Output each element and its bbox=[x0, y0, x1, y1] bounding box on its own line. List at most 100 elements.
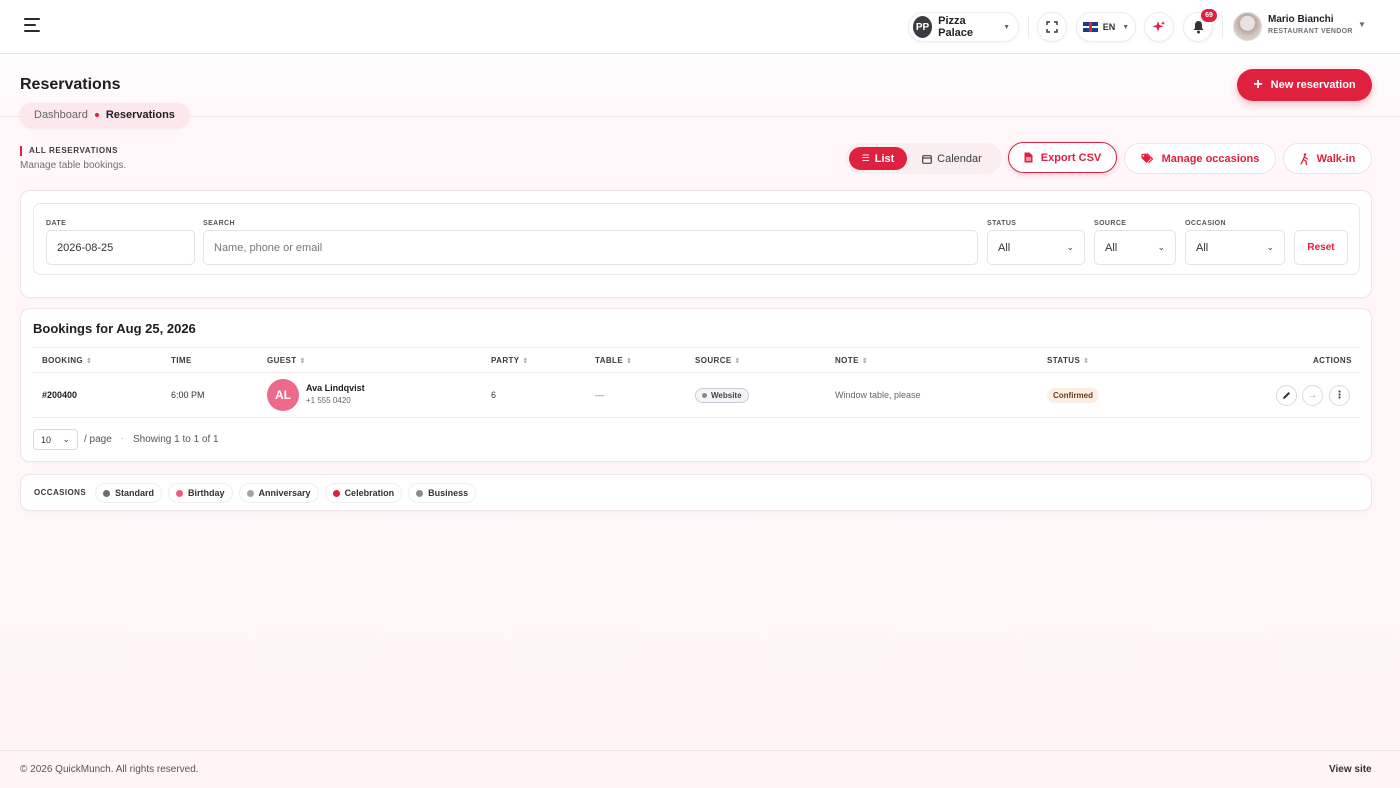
occasions-legend: OCCASIONS Standard Birthday Anniversary … bbox=[20, 474, 1372, 511]
column-header-note[interactable]: NOTE ⇕ bbox=[835, 356, 868, 365]
table-row[interactable]: #200400 6:00 PM AL Ava Lindqvist +1 555 … bbox=[33, 373, 1360, 418]
language-label: EN bbox=[1102, 22, 1116, 32]
breadcrumb-separator bbox=[94, 113, 99, 117]
view-calendar-label: Calendar bbox=[937, 152, 982, 165]
manage-occasions-label: Manage occasions bbox=[1161, 152, 1260, 165]
status-filter-label: STATUS bbox=[987, 220, 1017, 227]
source-filter-label: SOURCE bbox=[1094, 220, 1127, 227]
sort-icon: ⇕ bbox=[861, 358, 869, 365]
booking-id[interactable]: #200400 bbox=[42, 390, 77, 400]
column-header-actions: ACTIONS bbox=[1313, 356, 1352, 365]
check-in-button[interactable]: → bbox=[1302, 385, 1323, 406]
source-dot-icon bbox=[702, 393, 707, 398]
occasion-dot-icon bbox=[332, 489, 340, 497]
occasion-name: Standard bbox=[115, 488, 155, 498]
ai-assistant-button[interactable] bbox=[1144, 12, 1174, 42]
column-header-label: TIME bbox=[171, 356, 192, 365]
table-assignment: — bbox=[595, 390, 604, 400]
view-calendar-button[interactable]: Calendar bbox=[907, 147, 997, 170]
column-header-time[interactable]: TIME bbox=[171, 356, 192, 365]
column-header-label: STATUS bbox=[1047, 356, 1081, 365]
filter-panel: DATE 2026-08-25 SEARCH Name, phone or em… bbox=[33, 203, 1360, 275]
date-filter-label: DATE bbox=[46, 220, 67, 227]
column-header-source[interactable]: SOURCE ⇕ bbox=[695, 356, 741, 365]
occasions-label: OCCASIONS bbox=[34, 488, 87, 497]
date-filter-input[interactable]: 2026-08-25 bbox=[46, 230, 195, 265]
search-input[interactable]: Name, phone or email bbox=[203, 230, 978, 265]
party-size: 6 bbox=[491, 390, 497, 400]
footer-copyright: © 2026 QuickMunch. All rights reserved. bbox=[20, 764, 199, 775]
export-csv-button[interactable]: Export CSV bbox=[1008, 142, 1117, 173]
plus-icon: + bbox=[1253, 76, 1263, 93]
status-filter-select[interactable]: All ⌄ bbox=[987, 230, 1085, 265]
column-header-guest[interactable]: GUEST ⇕ bbox=[267, 356, 306, 365]
column-header-label: BOOKING bbox=[42, 356, 84, 365]
pencil-icon bbox=[1283, 392, 1290, 399]
occasion-filter-label: OCCASION bbox=[1185, 220, 1226, 227]
status-badge: Confirmed bbox=[1047, 388, 1099, 403]
reset-filters-button[interactable]: Reset bbox=[1294, 230, 1348, 265]
source-badge: Website bbox=[695, 388, 749, 403]
occasion-dot-icon bbox=[246, 489, 254, 497]
store-avatar: PP bbox=[913, 16, 933, 38]
guest-name: Ava Lindqvist bbox=[306, 383, 365, 393]
source-filter-value: All bbox=[1105, 241, 1118, 254]
column-header-status[interactable]: STATUS ⇕ bbox=[1047, 356, 1089, 365]
walk-in-button[interactable]: Walk-in bbox=[1283, 143, 1372, 174]
view-toggle: ☰ List Calendar bbox=[845, 143, 1002, 174]
page-size-select[interactable]: 10 ⌄ bbox=[33, 429, 78, 450]
occasion-name: Anniversary bbox=[258, 488, 311, 498]
column-header-table[interactable]: TABLE ⇕ bbox=[595, 356, 632, 365]
manage-occasions-button[interactable]: Manage occasions bbox=[1124, 143, 1276, 174]
chevron-down-icon: ⌄ bbox=[1157, 242, 1165, 252]
source-label: Website bbox=[711, 391, 742, 400]
hamburger-menu-icon[interactable] bbox=[24, 18, 44, 36]
chevron-down-icon: ⌄ bbox=[1066, 242, 1074, 252]
section-subtitle: Manage table bookings. bbox=[20, 160, 127, 171]
sort-icon: ⇕ bbox=[522, 358, 529, 365]
chevron-down-icon: ⌄ bbox=[62, 434, 70, 444]
new-reservation-button[interactable]: + New reservation bbox=[1237, 69, 1372, 101]
store-name: Pizza Palace bbox=[938, 15, 974, 39]
occasion-chip-celebration: Celebration bbox=[324, 483, 403, 503]
file-icon bbox=[1024, 152, 1033, 163]
column-header-booking[interactable]: BOOKING ⇕ bbox=[42, 356, 92, 365]
column-header-label: TABLE bbox=[595, 356, 624, 365]
view-list-label: List bbox=[874, 152, 895, 165]
sort-icon: ⇕ bbox=[1083, 358, 1090, 365]
bookings-title: Bookings for Aug 25, 2026 bbox=[33, 321, 196, 336]
user-name[interactable]: Mario Bianchi bbox=[1268, 14, 1334, 25]
view-site-link[interactable]: View site bbox=[1329, 764, 1372, 775]
user-avatar[interactable] bbox=[1233, 12, 1262, 41]
sort-icon: ⇕ bbox=[299, 358, 306, 365]
user-role: RESTAURANT VENDOR bbox=[1268, 28, 1353, 35]
bookings-card: Bookings for Aug 25, 2026 BOOKING ⇕ TIME … bbox=[20, 308, 1372, 462]
sort-icon: ⇕ bbox=[86, 358, 93, 365]
view-list-button[interactable]: ☰ List bbox=[849, 147, 907, 170]
status-filter-value: All bbox=[998, 241, 1011, 254]
more-options-button[interactable]: ⋮ bbox=[1329, 385, 1350, 406]
fullscreen-button[interactable] bbox=[1037, 12, 1067, 42]
section-label: ALL RESERVATIONS bbox=[20, 146, 118, 156]
page-title: Reservations bbox=[20, 76, 121, 93]
occasion-chip-anniversary: Anniversary bbox=[238, 483, 319, 503]
user-menu-caret-icon[interactable]: ▼ bbox=[1358, 20, 1366, 29]
occasion-chip-standard: Standard bbox=[95, 483, 163, 503]
pagination-summary: Showing 1 to 1 of 1 bbox=[133, 434, 219, 445]
edit-button[interactable] bbox=[1276, 385, 1297, 406]
occasion-name: Birthday bbox=[188, 488, 225, 498]
breadcrumb-dashboard[interactable]: Dashboard bbox=[34, 109, 88, 121]
occasion-filter-value: All bbox=[1196, 241, 1209, 254]
uk-flag-icon bbox=[1082, 22, 1098, 32]
column-header-label: ACTIONS bbox=[1313, 356, 1352, 365]
column-header-label: SOURCE bbox=[695, 356, 732, 365]
store-switcher[interactable]: PP Pizza Palace ▼ bbox=[908, 12, 1019, 42]
occasion-chip-business: Business bbox=[408, 483, 477, 503]
column-header-party[interactable]: PARTY ⇕ bbox=[491, 356, 529, 365]
language-switcher[interactable]: EN ▼ bbox=[1076, 12, 1136, 42]
chevron-down-icon: ⌄ bbox=[1266, 242, 1274, 252]
source-filter-select[interactable]: All ⌄ bbox=[1094, 230, 1176, 265]
sort-icon: ⇕ bbox=[734, 358, 741, 365]
notifications-button[interactable]: 69 bbox=[1183, 9, 1217, 42]
occasion-filter-select[interactable]: All ⌄ bbox=[1185, 230, 1285, 265]
